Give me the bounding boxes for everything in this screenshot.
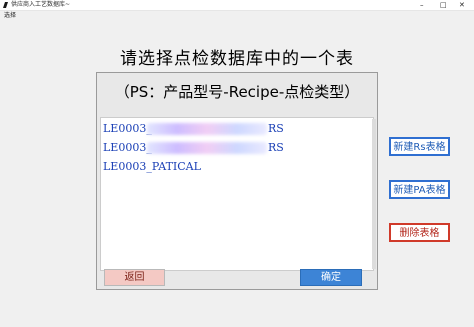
list-item-prefix: LE0003_ [103,141,152,154]
table-selection-panel: （PS：产品型号-Recipe-点检类型） LE0003_ RS LE0003_… [96,72,378,290]
minimize-icon[interactable]: – [420,0,424,10]
confirm-button[interactable]: 确定 [300,269,362,286]
list-item-suffix: RS [268,141,284,154]
maximize-icon[interactable]: □ [440,0,447,10]
window-titlebar: 供应商入工艺数据库~ – □ ✕ [0,0,474,11]
redacted-text [147,142,267,154]
back-button[interactable]: 返回 [104,269,165,286]
format-hint: （PS：产品型号-Recipe-点检类型） [114,83,360,101]
list-scrollbar[interactable] [372,119,376,269]
new-pa-table-button[interactable]: 新建PA表格 [389,180,450,199]
delete-table-button[interactable]: 删除表格 [389,223,450,242]
list-item-prefix: LE0003_ [103,122,152,135]
app-icon [3,2,8,8]
list-item-suffix: RS [268,122,284,135]
window-title: 供应商入工艺数据库~ [11,1,71,8]
menu-bar: 选择 [0,11,474,20]
list-item[interactable]: LE0003_ RS [103,141,284,154]
menu-item-select[interactable]: 选择 [4,11,16,20]
new-rs-table-button[interactable]: 新建Rs表格 [389,137,450,156]
redacted-text [147,123,267,135]
table-list[interactable]: LE0003_ RS LE0003_ RS LE0003_PATICAL [100,117,374,271]
list-item[interactable]: LE0003_ RS [103,122,284,135]
page-heading: 请选择点检数据库中的一个表 [120,49,354,69]
close-icon[interactable]: ✕ [459,0,465,10]
list-item-prefix: LE0003_PATICAL [103,160,201,173]
list-item[interactable]: LE0003_PATICAL [103,160,201,173]
